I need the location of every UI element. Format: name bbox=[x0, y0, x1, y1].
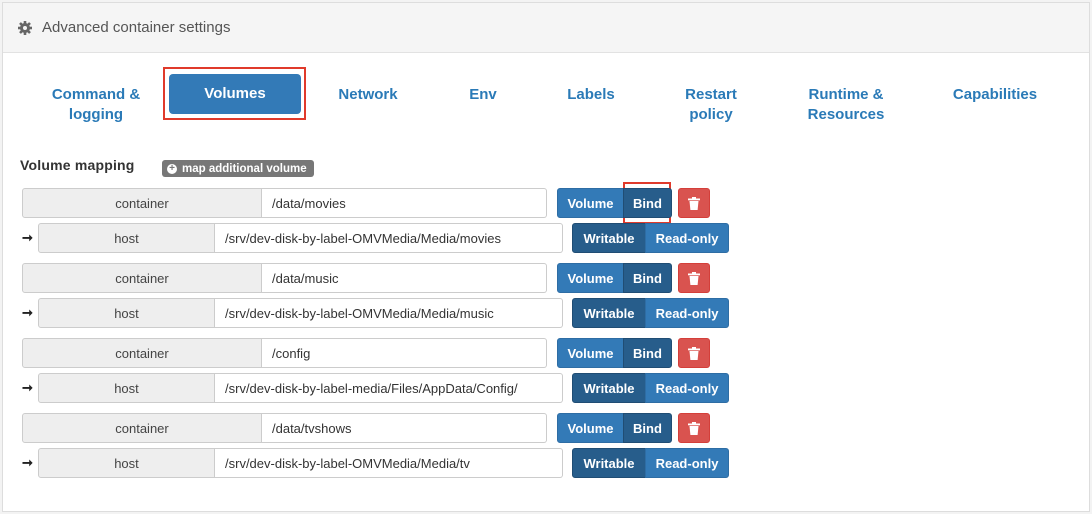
arrow-icon: ➞ bbox=[22, 380, 33, 395]
trash-icon bbox=[688, 271, 700, 285]
panel-header: Advanced container settings bbox=[3, 3, 1089, 53]
tab-label: Command & logging bbox=[51, 86, 141, 123]
remove-mapping-button[interactable] bbox=[678, 338, 710, 368]
map-additional-volume-button[interactable]: + map additional volume bbox=[162, 160, 314, 177]
tab-capabilities[interactable]: Capabilities bbox=[939, 85, 1051, 105]
host-label: host bbox=[38, 223, 215, 253]
container-label: container bbox=[22, 338, 262, 368]
container-label: container bbox=[22, 263, 262, 293]
tab-labels[interactable]: Labels bbox=[553, 85, 629, 105]
volume-mapping-title: Volume mapping bbox=[20, 157, 135, 173]
panel-title: Advanced container settings bbox=[42, 19, 231, 36]
trash-icon bbox=[688, 421, 700, 435]
trash-icon bbox=[688, 196, 700, 210]
writable-button[interactable]: Writable bbox=[572, 223, 646, 253]
host-path-input[interactable] bbox=[215, 223, 563, 253]
container-label: container bbox=[22, 413, 262, 443]
tab-volumes[interactable]: Volumes bbox=[169, 74, 301, 114]
tab-network[interactable]: Network bbox=[323, 85, 413, 105]
host-label: host bbox=[38, 448, 215, 478]
host-path-input[interactable] bbox=[215, 448, 563, 478]
tab-restart-policy[interactable]: Restart policy bbox=[671, 85, 751, 125]
plus-circle-icon: + bbox=[167, 163, 177, 174]
bind-type-button[interactable]: Bind bbox=[623, 413, 672, 443]
bind-type-button[interactable]: Bind bbox=[623, 338, 672, 368]
tab-label: Labels bbox=[567, 86, 615, 103]
tab-bar: Command & logging Volumes Network Env La… bbox=[3, 71, 1089, 127]
container-path-row: container bbox=[22, 413, 547, 443]
arrow-icon: ➞ bbox=[22, 455, 33, 470]
host-path-input[interactable] bbox=[215, 298, 563, 328]
volume-type-button[interactable]: Volume bbox=[557, 188, 624, 218]
tab-label: Runtime & Resources bbox=[807, 86, 885, 123]
tab-label: Env bbox=[469, 86, 497, 103]
volume-type-button[interactable]: Volume bbox=[557, 338, 624, 368]
host-label: host bbox=[38, 298, 215, 328]
tab-label: Capabilities bbox=[952, 86, 1038, 103]
tab-label: Volumes bbox=[204, 85, 266, 102]
gear-icon bbox=[18, 20, 32, 35]
volume-type-button[interactable]: Volume bbox=[557, 263, 624, 293]
bind-type-button[interactable]: Bind bbox=[623, 263, 672, 293]
host-path-row: host bbox=[38, 448, 563, 478]
container-label: container bbox=[22, 188, 262, 218]
remove-mapping-button[interactable] bbox=[678, 263, 710, 293]
host-path-row: host bbox=[38, 298, 563, 328]
read-only-button[interactable]: Read-only bbox=[645, 373, 729, 403]
volume-type-button[interactable]: Volume bbox=[557, 413, 624, 443]
tab-env[interactable]: Env bbox=[453, 85, 513, 105]
container-path-row: container bbox=[22, 263, 547, 293]
writable-button[interactable]: Writable bbox=[572, 373, 646, 403]
tab-command-logging[interactable]: Command & logging bbox=[43, 85, 149, 125]
bind-type-button[interactable]: Bind bbox=[623, 188, 672, 218]
writable-button[interactable]: Writable bbox=[572, 298, 646, 328]
container-path-input[interactable] bbox=[262, 188, 547, 218]
tab-label: Network bbox=[338, 86, 398, 103]
tab-label: Restart policy bbox=[685, 86, 737, 123]
container-path-row: container bbox=[22, 188, 547, 218]
container-path-input[interactable] bbox=[262, 263, 547, 293]
read-only-button[interactable]: Read-only bbox=[645, 298, 729, 328]
container-path-input[interactable] bbox=[262, 338, 547, 368]
remove-mapping-button[interactable] bbox=[678, 413, 710, 443]
trash-icon bbox=[688, 346, 700, 360]
host-label: host bbox=[38, 373, 215, 403]
host-path-row: host bbox=[38, 223, 563, 253]
remove-mapping-button[interactable] bbox=[678, 188, 710, 218]
arrow-icon: ➞ bbox=[22, 305, 33, 320]
read-only-button[interactable]: Read-only bbox=[645, 448, 729, 478]
map-additional-volume-label: map additional volume bbox=[182, 162, 307, 175]
host-path-input[interactable] bbox=[215, 373, 563, 403]
writable-button[interactable]: Writable bbox=[572, 448, 646, 478]
container-path-input[interactable] bbox=[262, 413, 547, 443]
tab-runtime-resources[interactable]: Runtime & Resources bbox=[793, 85, 899, 125]
read-only-button[interactable]: Read-only bbox=[645, 223, 729, 253]
host-path-row: host bbox=[38, 373, 563, 403]
arrow-icon: ➞ bbox=[22, 230, 33, 245]
container-path-row: container bbox=[22, 338, 547, 368]
